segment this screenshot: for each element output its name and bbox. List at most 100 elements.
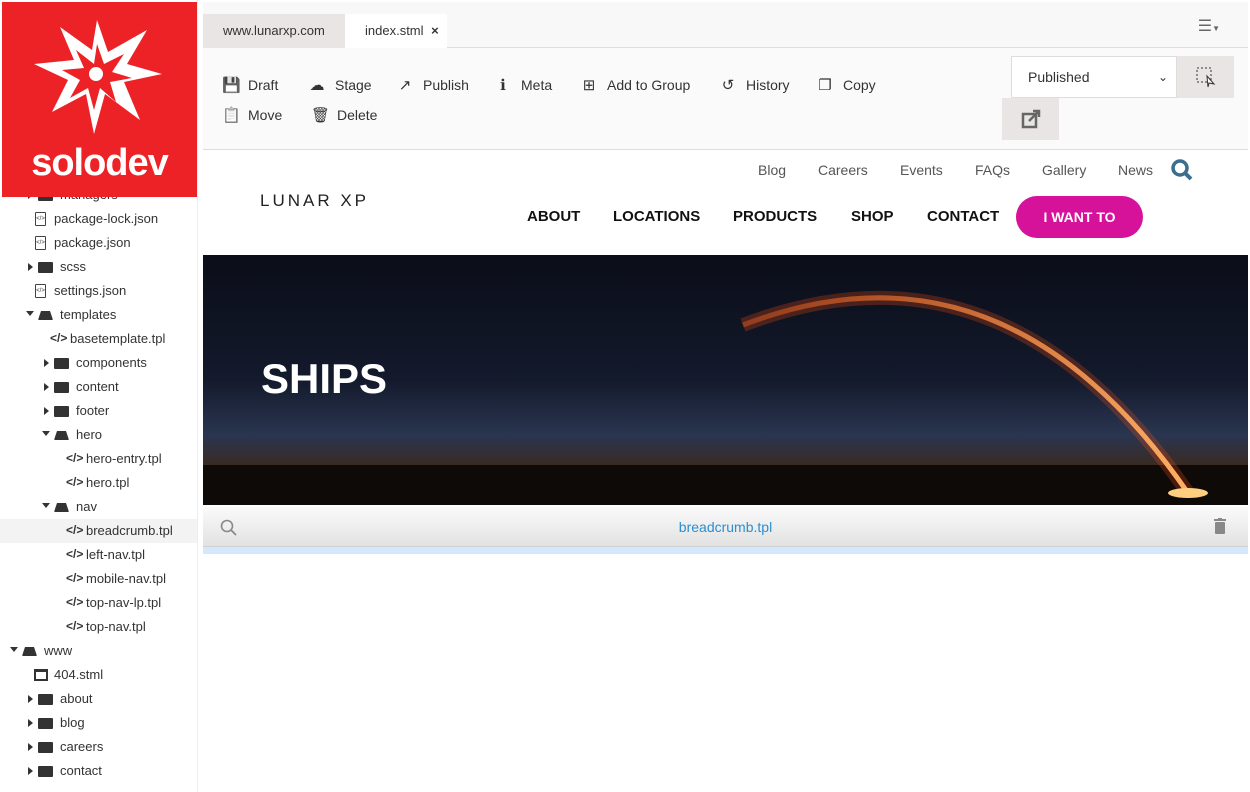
button-label: Publish [423, 77, 469, 93]
utility-nav-faqs[interactable]: FAQs [975, 162, 1010, 178]
tree-item-label: footer [76, 403, 110, 418]
status-select[interactable]: Published ⌄ [1011, 56, 1177, 98]
tree-item[interactable]: </> basetemplate.tpl [0, 327, 197, 351]
code-icon: </> [66, 523, 84, 537]
button-label: Stage [335, 77, 372, 93]
tree-item[interactable]: about [0, 687, 197, 711]
caret-down-icon[interactable] [42, 431, 50, 436]
folder-icon [54, 358, 69, 369]
utility-nav-gallery[interactable]: Gallery [1042, 162, 1086, 178]
history-button[interactable]: ↺ History [720, 76, 790, 94]
tree-item[interactable]: components [0, 351, 197, 375]
tree-item[interactable]: www [0, 639, 197, 663]
i-want-to-button[interactable]: I WANT TO [1016, 196, 1143, 238]
move-button[interactable]: 📋 Move [222, 106, 282, 124]
main-nav-contact[interactable]: CONTACT [927, 208, 999, 225]
publish-button[interactable]: ↗ Publish [397, 76, 469, 94]
share-icon: ↗ [398, 77, 412, 94]
caret-right-icon[interactable] [28, 719, 33, 727]
breadcrumb-block-bar: breadcrumb.tpl [203, 507, 1248, 547]
tree-item[interactable]: careers [0, 735, 197, 759]
tree-item[interactable]: nav [0, 495, 197, 519]
caret-right-icon[interactable] [44, 383, 49, 391]
utility-nav-news[interactable]: News [1118, 162, 1153, 178]
solodev-star-icon [34, 20, 162, 134]
caret-right-icon[interactable] [44, 359, 49, 367]
add-to-group-button[interactable]: ⊞ Add to Group [581, 76, 691, 94]
delete-button[interactable]: 🗑 Delete [311, 106, 377, 124]
solodev-logo: solodev [2, 2, 197, 197]
logo-text: LUNAR XP [260, 191, 370, 210]
tree-item[interactable]: hero [0, 423, 197, 447]
draft-button[interactable]: 💾 Draft [222, 76, 278, 94]
close-tab-icon[interactable]: × [431, 23, 439, 38]
block-name[interactable]: breadcrumb.tpl [203, 519, 1248, 535]
tree-item-label: components [76, 355, 147, 370]
tree-item[interactable]: blog [0, 711, 197, 735]
caret-right-icon[interactable] [28, 695, 33, 703]
tree-item[interactable]: content [0, 375, 197, 399]
tree-item[interactable]: </> package-lock.json [0, 207, 197, 231]
tree-item[interactable]: </> top-nav-lp.tpl [0, 591, 197, 615]
utility-nav-careers[interactable]: Careers [818, 162, 868, 178]
tab-index-stml[interactable]: index.stml × [345, 14, 447, 48]
main-nav-shop[interactable]: SHOP [851, 208, 894, 225]
open-external-button[interactable] [1002, 98, 1059, 140]
caret-right-icon[interactable] [44, 407, 49, 415]
tree-item[interactable]: </> top-nav.tpl [0, 615, 197, 639]
lunarxp-logo[interactable]: LUNAR XP [260, 191, 369, 211]
caret-right-icon[interactable] [28, 743, 33, 751]
meta-button[interactable]: ℹ Meta [495, 76, 552, 94]
main-nav-about[interactable]: ABOUT [527, 208, 580, 225]
tree-item[interactable]: </> settings.json [0, 279, 197, 303]
caret-down-icon[interactable] [42, 503, 50, 508]
folder-open-icon [54, 431, 69, 440]
tree-item[interactable]: scss [0, 255, 197, 279]
trash-icon[interactable] [1214, 518, 1226, 534]
tree-item-label: left-nav.tpl [86, 547, 146, 562]
caret-down-icon[interactable] [26, 311, 34, 316]
tree-item[interactable]: templates [0, 303, 197, 327]
main-nav-products[interactable]: PRODUCTS [733, 208, 817, 225]
save-icon: 💾 [222, 77, 241, 94]
caret-right-icon[interactable] [28, 767, 33, 775]
select-element-button[interactable] [1177, 56, 1234, 98]
folder-icon [38, 694, 53, 705]
tree-item[interactable]: </> package.json [0, 231, 197, 255]
caret-right-icon[interactable] [28, 263, 33, 271]
paste-icon: 📋 [222, 107, 241, 124]
tab-label: www.lunarxp.com [223, 23, 325, 38]
search-icon[interactable] [1170, 158, 1194, 182]
caret-down-icon[interactable] [10, 647, 18, 652]
layout-icon [34, 669, 48, 681]
tree-item-label: content [76, 379, 119, 394]
tree-item-label: www [44, 643, 73, 658]
folder-open-icon [38, 311, 53, 320]
selection-cursor-icon [1196, 67, 1215, 88]
tree-item-label: hero.tpl [86, 475, 130, 490]
folder-icon [54, 406, 69, 417]
tree-item[interactable]: </> hero-entry.tpl [0, 447, 197, 471]
button-label: Delete [337, 107, 378, 123]
utility-nav-blog[interactable]: Blog [758, 162, 786, 178]
tree-item-label: blog [60, 715, 85, 730]
tree-item-label: careers [60, 739, 104, 754]
stage-button[interactable]: ☁ Stage [309, 76, 372, 94]
button-label: Add to Group [607, 77, 691, 93]
tree-item[interactable]: 404.stml [0, 663, 197, 687]
tree-item-label: about [60, 691, 93, 706]
tree-item[interactable]: </> breadcrumb.tpl [0, 519, 197, 543]
tree-item[interactable]: footer [0, 399, 197, 423]
utility-nav-events[interactable]: Events [900, 162, 943, 178]
button-label: History [746, 77, 790, 93]
tree-item[interactable]: </> hero.tpl [0, 471, 197, 495]
menu-icon[interactable]: ☰▼ [1198, 16, 1220, 36]
tree-item[interactable]: </> left-nav.tpl [0, 543, 197, 567]
tree-item[interactable]: </> mobile-nav.tpl [0, 567, 197, 591]
main-nav-locations[interactable]: LOCATIONS [613, 208, 700, 225]
tab-site[interactable]: www.lunarxp.com [203, 14, 345, 48]
tree-item[interactable]: contact [0, 759, 197, 783]
status-value: Published [1028, 69, 1090, 85]
copy-button[interactable]: ❐ Copy [817, 76, 875, 94]
code-icon: </> [66, 475, 84, 489]
